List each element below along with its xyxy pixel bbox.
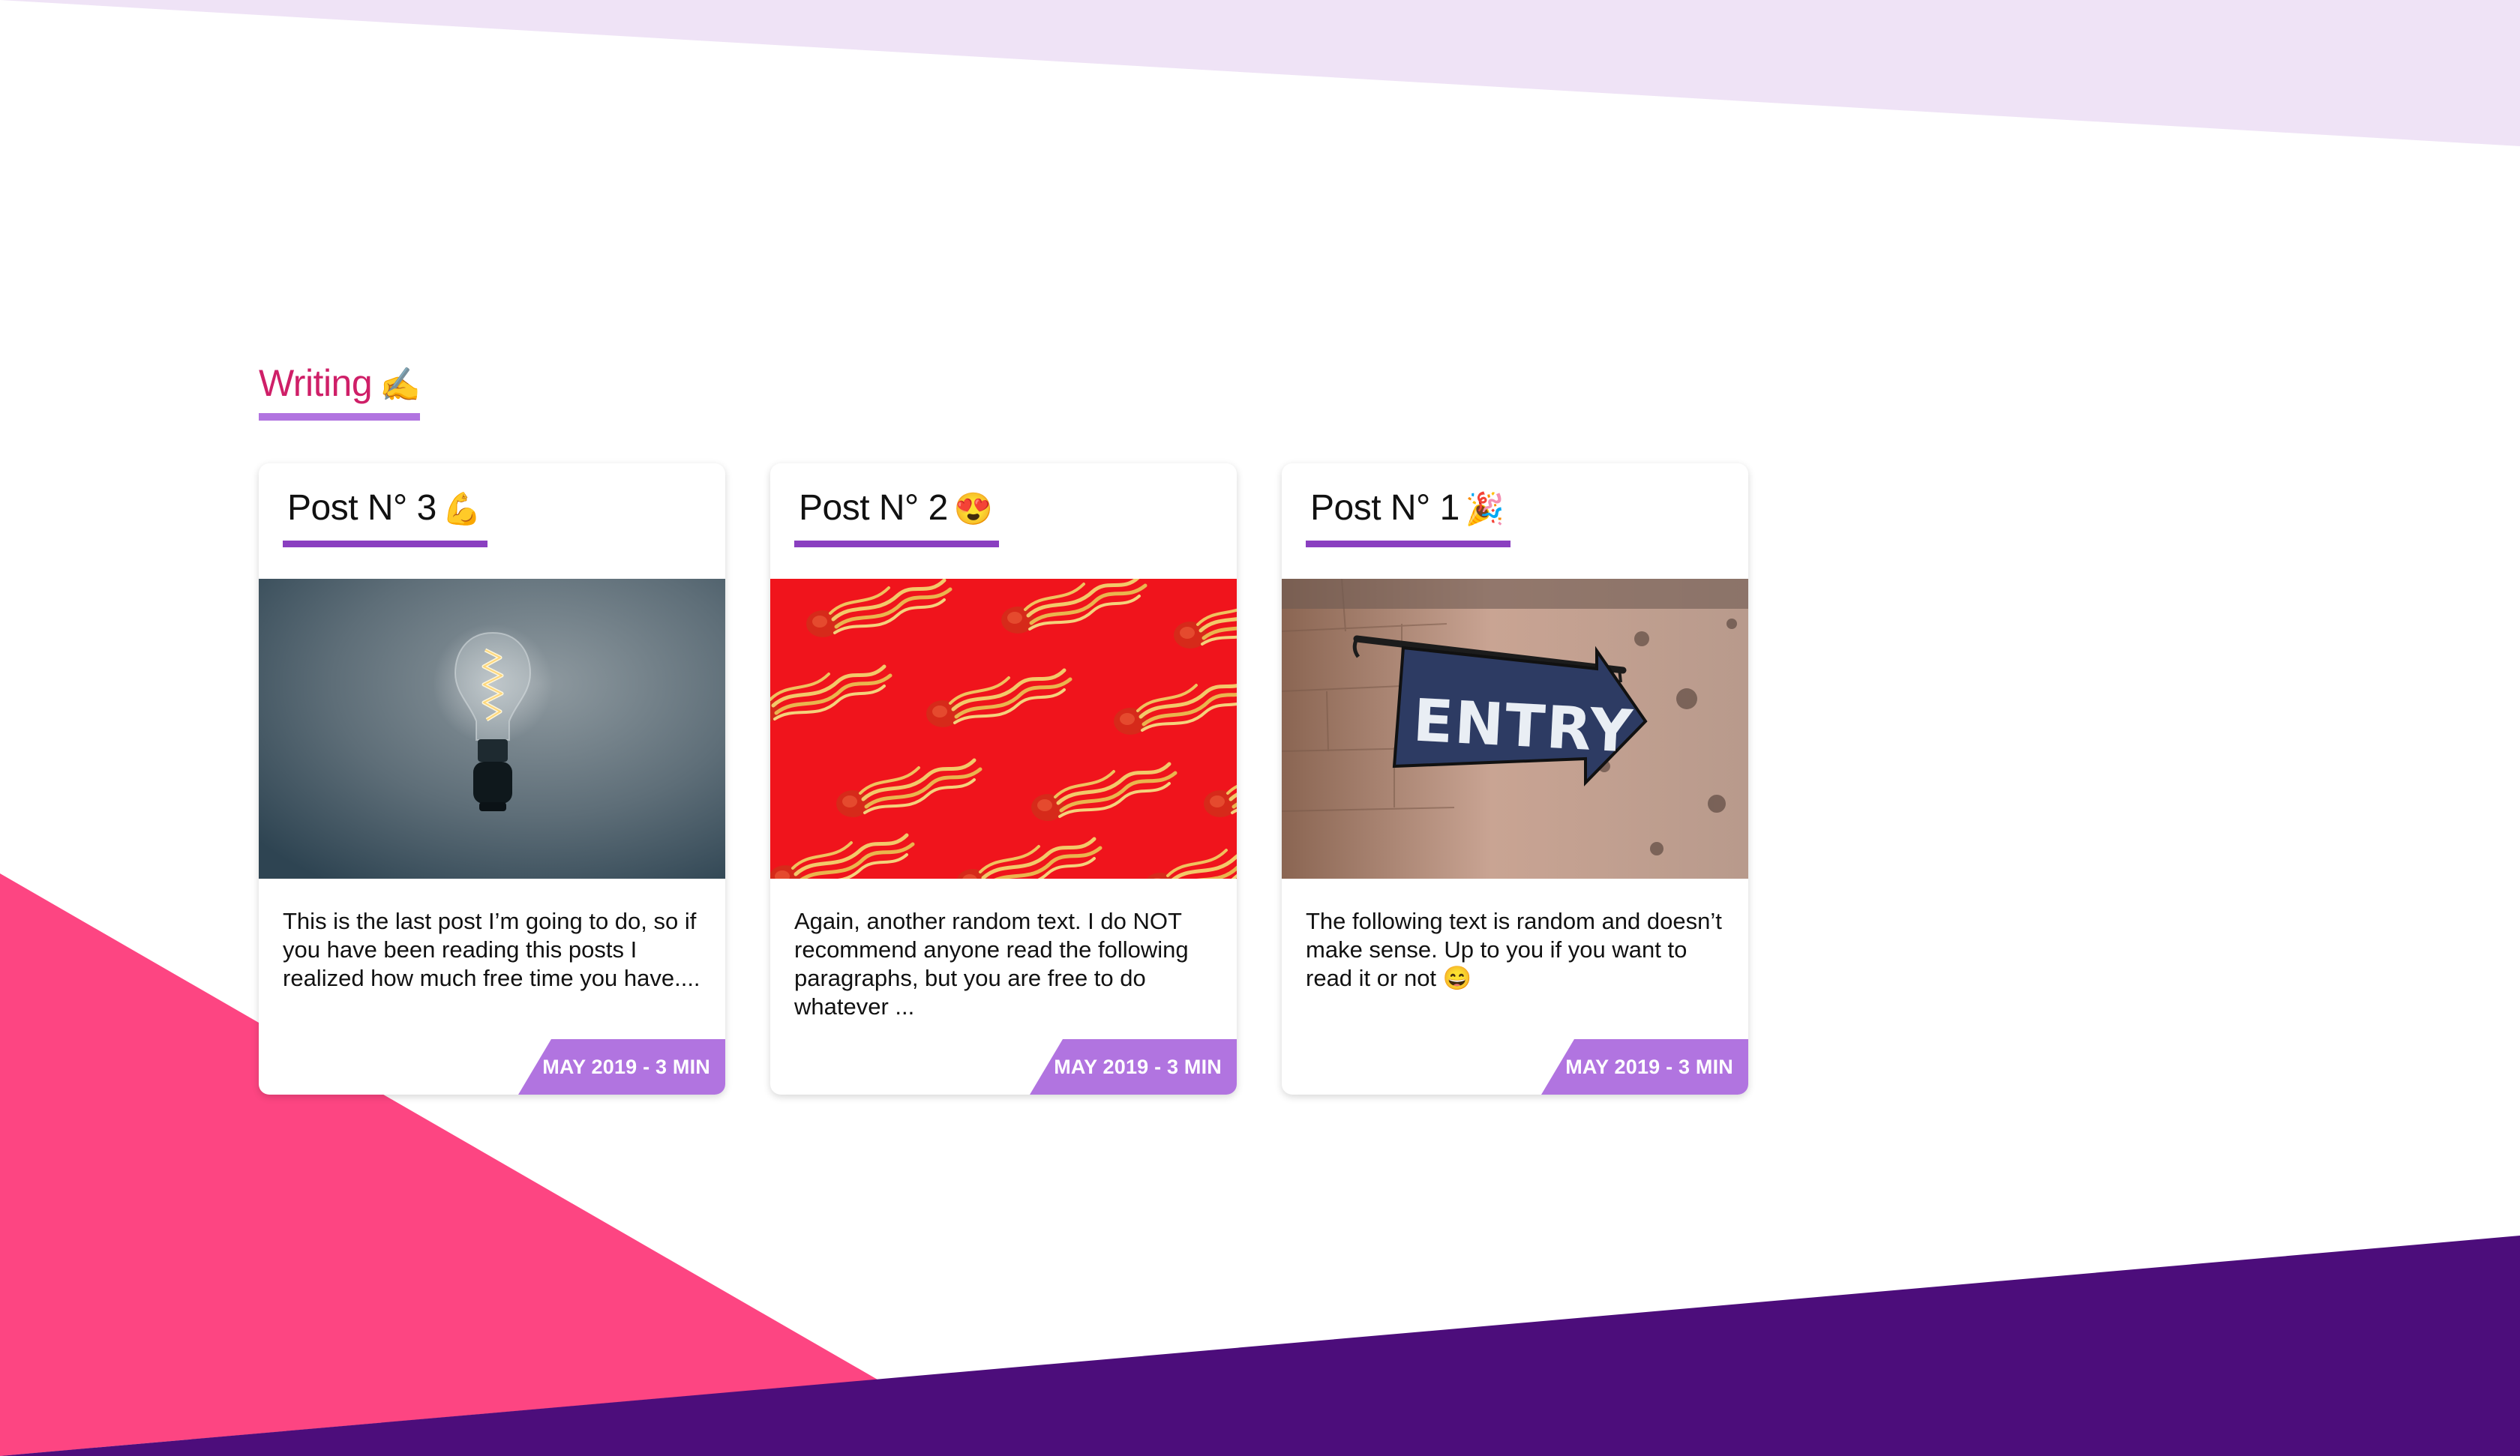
noodles-photo: [770, 579, 1237, 879]
writing-hand-icon: ✍️: [380, 367, 421, 403]
card-excerpt: The following text is random and doesn’t…: [1282, 879, 1748, 993]
post-cards: Post N° 3 💪 This is the last post I’m go…: [259, 463, 1748, 1095]
card-excerpt: Again, another random text. I do NOT rec…: [794, 908, 1189, 1020]
card-excerpt-text: The following text is random and doesn’t…: [1306, 908, 1722, 991]
card-image[interactable]: ENTRY: [1282, 579, 1748, 879]
party-popper-icon: 🎉: [1465, 491, 1504, 526]
card-excerpt: This is the last post I’m going to do, s…: [283, 908, 700, 991]
card-title[interactable]: Post N° 3 💪: [283, 486, 488, 547]
card-title-text: Post N° 3: [287, 488, 436, 528]
card-header: Post N° 1 🎉: [1282, 463, 1748, 579]
card-header: Post N° 3 💪: [259, 463, 725, 579]
card-title[interactable]: Post N° 1 🎉: [1306, 486, 1510, 547]
card-meta-badge: MAY 2019 - 3 MIN: [1541, 1039, 1748, 1095]
heart-eyes-icon: 😍: [953, 491, 993, 526]
section-title: Writing ✍️: [259, 360, 421, 421]
post-card[interactable]: Post N° 3 💪 This is the last post I’m go…: [259, 463, 725, 1095]
post-card[interactable]: Post N° 1 🎉 ENTRY The following text is …: [1282, 463, 1748, 1095]
writing-section: Writing ✍️: [259, 360, 421, 421]
post-card[interactable]: Post N° 2 😍 Again, another random text. …: [770, 463, 1237, 1095]
bg-lavender-band: [0, 0, 2520, 146]
card-image[interactable]: [259, 579, 725, 879]
grinning-face-icon: 😄: [1442, 965, 1472, 991]
lightbulb-photo: [259, 579, 725, 879]
card-title-text: Post N° 1: [1310, 488, 1460, 528]
entry-sign-text: ENTRY: [1412, 688, 1635, 766]
entry-sign-photo: ENTRY: [1282, 579, 1748, 879]
card-header: Post N° 2 😍: [770, 463, 1237, 579]
section-title-text: Writing: [259, 362, 373, 404]
page: Writing ✍️ Post N° 3 💪 This is the last …: [0, 0, 2520, 1456]
card-title-text: Post N° 2: [799, 488, 948, 528]
card-title[interactable]: Post N° 2 😍: [794, 486, 999, 547]
card-image[interactable]: [770, 579, 1237, 879]
card-meta-badge: MAY 2019 - 3 MIN: [1030, 1039, 1237, 1095]
flexed-biceps-icon: 💪: [442, 491, 482, 526]
card-meta-badge: MAY 2019 - 3 MIN: [518, 1039, 725, 1095]
